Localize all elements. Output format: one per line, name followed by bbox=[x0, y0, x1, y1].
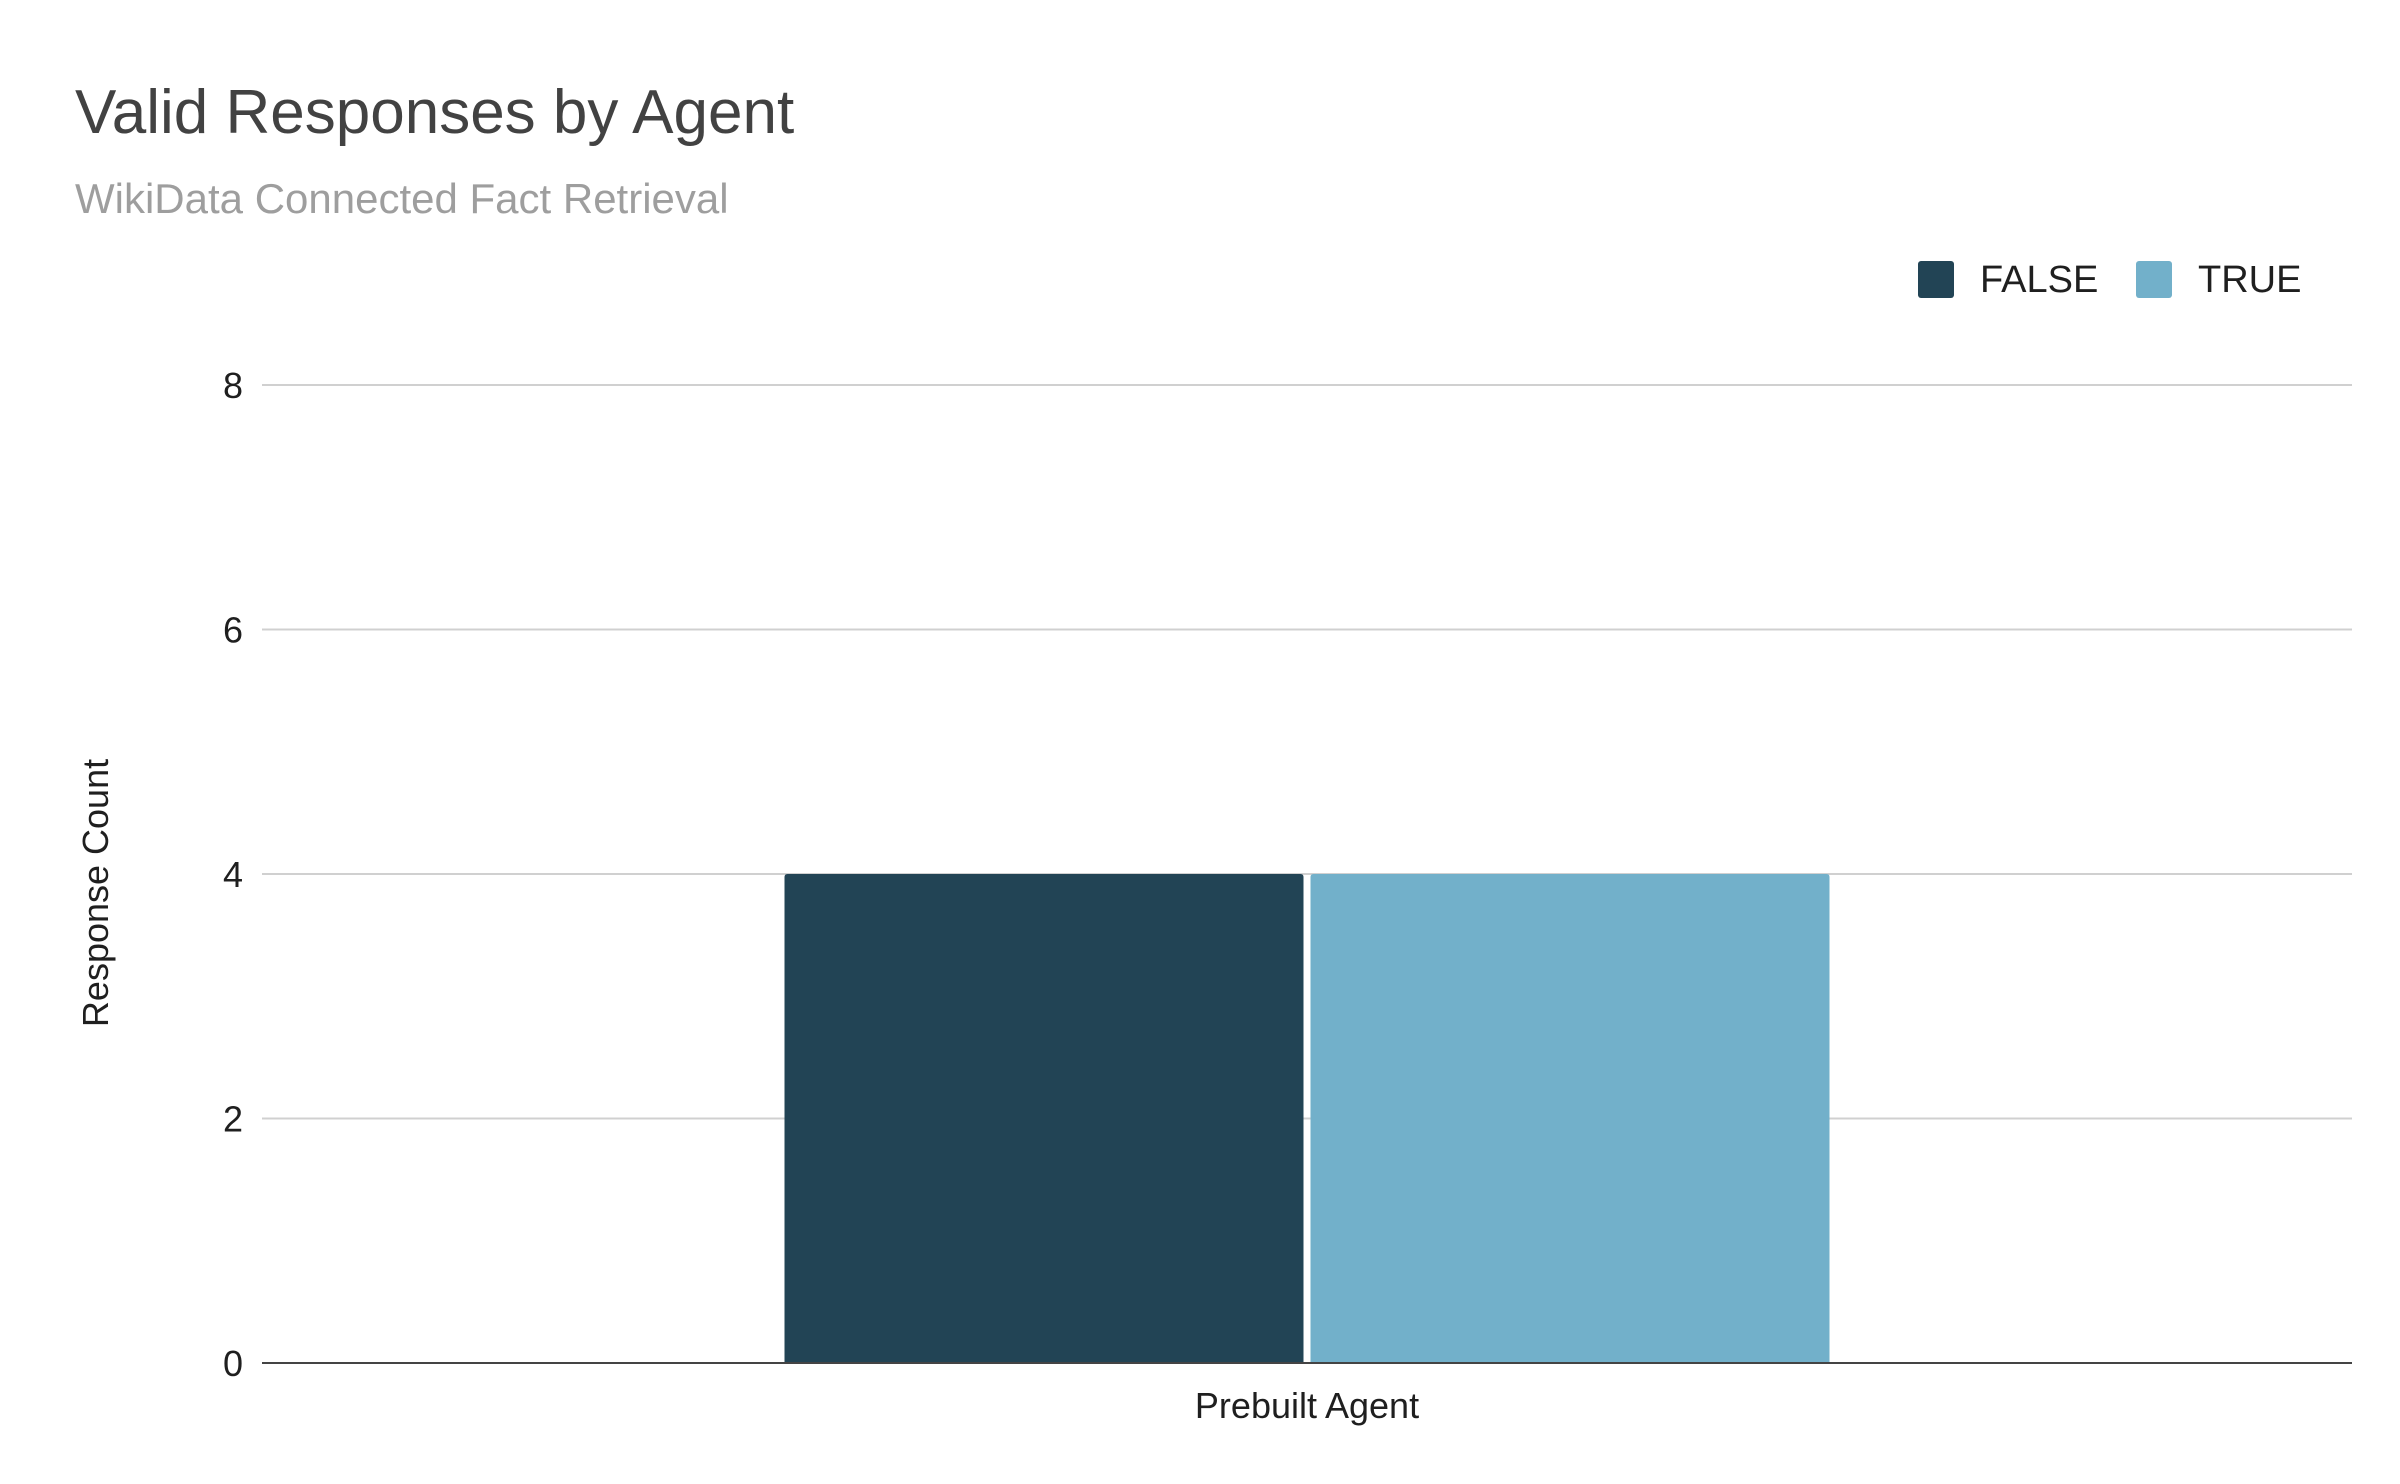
y-tick-label: 8 bbox=[223, 365, 243, 406]
y-tick-label: 2 bbox=[223, 1099, 243, 1140]
chart-title: Valid Responses by Agent bbox=[75, 78, 794, 147]
chart-subtitle: WikiData Connected Fact Retrieval bbox=[75, 175, 729, 222]
gridlines bbox=[262, 384, 2352, 1120]
bar-true[interactable] bbox=[1310, 874, 1830, 1363]
y-tick-label: 4 bbox=[223, 854, 243, 895]
legend-swatch-true bbox=[2136, 261, 2172, 298]
x-tick-label: Prebuilt Agent bbox=[1195, 1385, 1419, 1426]
legend-label-false[interactable]: FALSE bbox=[1980, 259, 2098, 301]
legend: FALSE TRUE bbox=[1918, 259, 2301, 301]
legend-swatch-false bbox=[1918, 261, 1954, 298]
legend-label-true[interactable]: TRUE bbox=[2198, 259, 2301, 301]
bar-chart: Valid Responses by Agent WikiData Connec… bbox=[75, 78, 2352, 1426]
y-tick-label: 0 bbox=[223, 1343, 243, 1384]
x-axis-labels: Prebuilt Agent bbox=[1195, 1385, 1419, 1426]
y-tick-label: 6 bbox=[223, 610, 243, 651]
y-axis-ticks: 0 2 4 6 8 bbox=[223, 365, 243, 1384]
y-axis-title: Response Count bbox=[75, 759, 116, 1027]
bar-false[interactable] bbox=[784, 874, 1304, 1363]
